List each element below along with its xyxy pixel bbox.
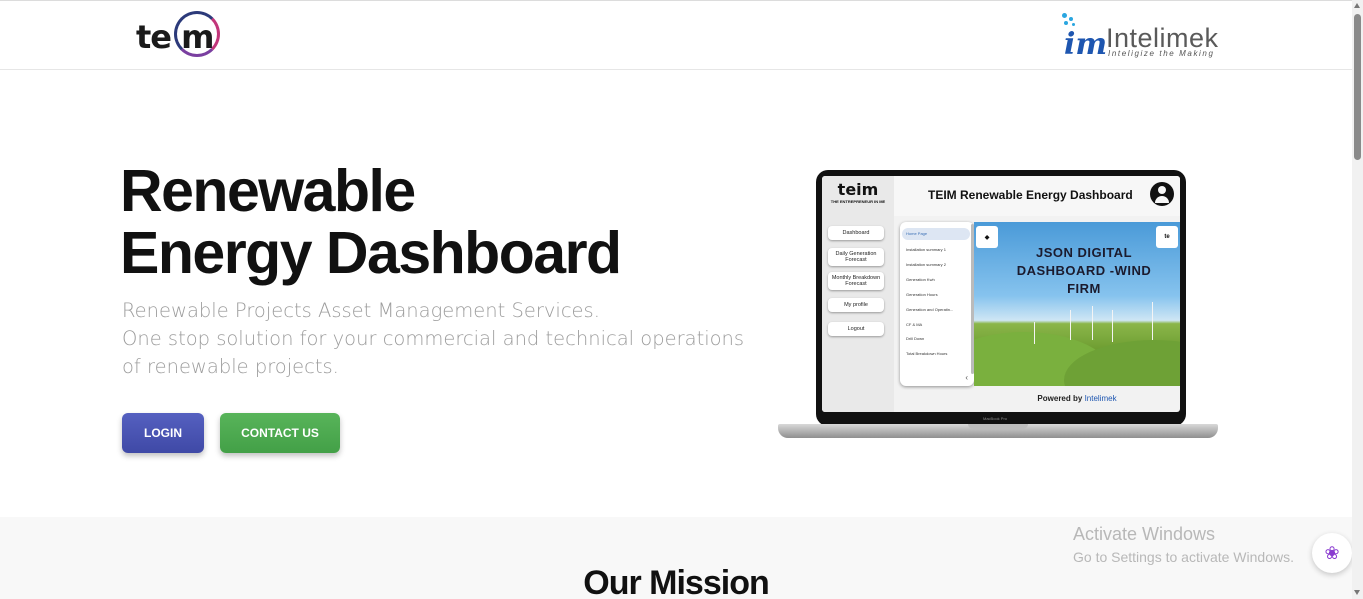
dashboard-preview-laptop: teim THE ENTREPRENEUR IN ME Dashboard Da… — [778, 170, 1218, 442]
list-item: Drill Down — [906, 336, 925, 341]
wind-turbine-icon — [1092, 306, 1093, 340]
list-item: Home Page — [906, 231, 928, 236]
assistant-brain-icon[interactable]: ❀ — [1312, 533, 1352, 573]
mission-title: Our Mission — [583, 564, 769, 599]
preview-intelimek-brand: Intelimek — [1084, 394, 1117, 403]
laptop-base — [778, 424, 1218, 438]
preview-nav-logout: Logout — [828, 322, 884, 336]
login-button[interactable]: LOGIN — [122, 413, 204, 453]
laptop-screen: teim THE ENTREPRENEUR IN ME Dashboard Da… — [816, 170, 1186, 426]
hero-subtitle: Renewable Projects Asset Management Serv… — [122, 297, 745, 381]
preview-footer: Powered by Intelimek — [1037, 394, 1117, 403]
list-item: Generation and Operatin... — [906, 307, 954, 312]
list-item: Total Breakdown Hours — [906, 351, 948, 356]
user-icon — [1150, 182, 1174, 206]
windows-activation-watermark: Activate Windows Go to Settings to activ… — [1073, 524, 1294, 565]
scroll-up-icon[interactable] — [1354, 3, 1360, 8]
list-item: Generation Hours — [906, 292, 938, 297]
preview-nav-monthly-forecast: Monthly Breakdown Forecast — [828, 272, 884, 290]
teim-logo[interactable]: te m — [136, 11, 226, 61]
site-header: te m im Intelimek Inteligize the Making — [0, 0, 1352, 70]
preview-nav-dashboard: Dashboard — [828, 226, 884, 240]
scroll-down-icon[interactable] — [1354, 590, 1360, 595]
laptop-model-label: MacBook Pro — [983, 416, 1008, 421]
wind-turbine-icon — [1070, 310, 1071, 340]
windows-activation-title: Activate Windows — [1073, 524, 1216, 544]
preview-nav-daily-forecast: Daily Generation Forecast — [828, 248, 884, 266]
teim-logo-text: te m — [136, 18, 214, 56]
list-item: CF & MA — [906, 322, 923, 327]
scrollbar-thumb[interactable] — [1354, 14, 1361, 160]
hero-subtitle-line3: of renewable projects. — [122, 355, 339, 378]
intelimek-logo[interactable]: im Intelimek Inteligize the Making — [1060, 13, 1225, 63]
hero-title-line2: Energy Dashboard — [120, 220, 622, 286]
page-scrollbar[interactable] — [1352, 0, 1363, 599]
wind-turbine-icon — [1034, 322, 1035, 344]
hero-subtitle-line1: Renewable Projects Asset Management Serv… — [122, 299, 600, 322]
preview-logo: teim THE ENTREPRENEUR IN ME — [830, 180, 886, 204]
preview-topbar: TEIM Renewable Energy Dashboard — [894, 176, 1180, 216]
intelimek-tagline: Inteligize the Making — [1108, 49, 1215, 58]
wind-turbine-icon — [1112, 310, 1113, 342]
preview-teim-logo-icon: te — [1156, 226, 1178, 248]
list-item: Installation summary 1 — [906, 247, 947, 252]
wind-turbine-icon — [1152, 302, 1153, 340]
chevron-left-icon: ‹ — [965, 373, 968, 382]
preview-sidebar: teim THE ENTREPRENEUR IN ME Dashboard Da… — [822, 176, 894, 412]
preview-nav-profile: My profile — [828, 298, 884, 312]
banner-text: JSON DIGITAL DASHBOARD -WIND FIRM — [1016, 245, 1152, 296]
hero-title: Renewable Energy Dashboard — [120, 158, 622, 286]
list-item: Installation summary 2 — [906, 262, 947, 267]
dashboard-preview: teim THE ENTREPRENEUR IN ME Dashboard Da… — [822, 176, 1180, 412]
page: te m im Intelimek Inteligize the Making … — [0, 0, 1363, 599]
list-item: Generation Kwh — [906, 277, 935, 282]
hero-subtitle-line2: One stop solution for your commercial an… — [122, 327, 745, 350]
preview-red-logo-icon: ◆ — [976, 226, 998, 248]
preview-title: TEIM Renewable Energy Dashboard — [928, 188, 1133, 202]
windows-activation-subtitle: Go to Settings to activate Windows. — [1073, 549, 1294, 565]
intelimek-mark: im — [1064, 27, 1108, 62]
hero-title-line1: Renewable — [120, 158, 416, 224]
wind-farm-banner: ◆ te JSON DIGITAL DASHBOARD -WIND FIRM — [974, 222, 1180, 386]
preview-list: Home Page Installation summary 1 Install… — [900, 222, 974, 386]
contact-us-button[interactable]: CONTACT US — [220, 413, 340, 453]
